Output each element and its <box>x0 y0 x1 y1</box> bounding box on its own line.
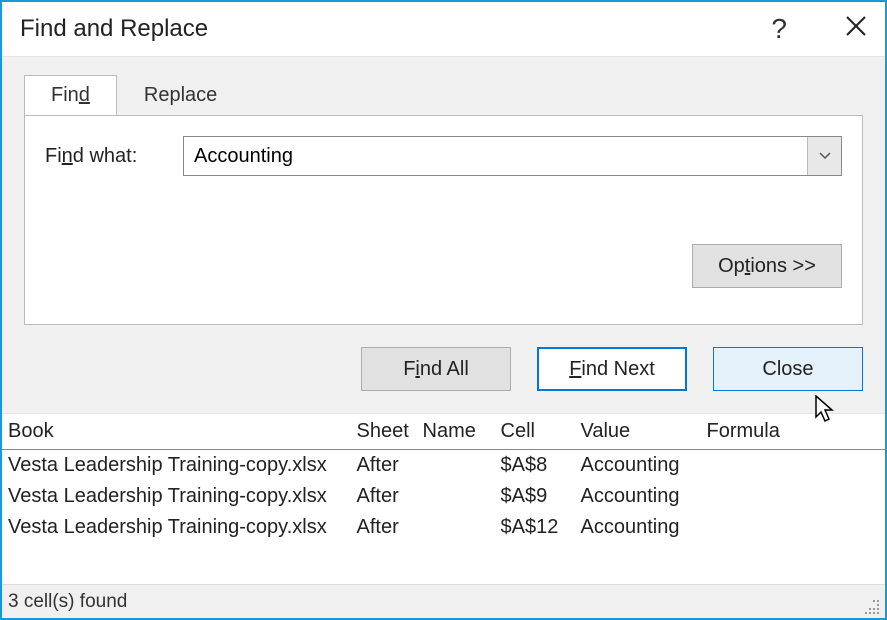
find-all-button[interactable]: Find All <box>361 347 511 391</box>
find-what-row: Find what: <box>45 136 842 176</box>
content-top: Find Replace Find what: Options >> <box>2 56 885 414</box>
titlebar: Find and Replace ? <box>2 2 885 56</box>
find-next-button[interactable]: Find Next <box>537 347 687 391</box>
cell-formula <box>700 512 885 543</box>
cell-sheet: After <box>350 481 416 512</box>
cell-book: Vesta Leadership Training-copy.xlsx <box>2 450 350 482</box>
find-what-combo[interactable] <box>183 136 842 176</box>
cell-name <box>416 450 494 482</box>
cell-cell: $A$8 <box>494 450 574 482</box>
cell-cell: $A$9 <box>494 481 574 512</box>
find-what-label: Find what: <box>45 145 165 168</box>
col-name[interactable]: Name <box>416 414 494 450</box>
col-book[interactable]: Book <box>2 414 350 450</box>
dialog-title: Find and Replace <box>20 15 739 43</box>
status-text: 3 cell(s) found <box>8 591 127 613</box>
statusbar: 3 cell(s) found <box>2 584 885 618</box>
cell-value: Accounting <box>574 512 700 543</box>
col-value[interactable]: Value <box>574 414 700 450</box>
cell-book: Vesta Leadership Training-copy.xlsx <box>2 481 350 512</box>
cell-formula <box>700 450 885 482</box>
results-list[interactable]: Book Sheet Name Cell Value Formula Vesta… <box>2 414 885 584</box>
help-icon[interactable]: ? <box>739 13 787 45</box>
options-button[interactable]: Options >> <box>692 244 842 288</box>
table-row[interactable]: Vesta Leadership Training-copy.xlsxAfter… <box>2 512 885 543</box>
resize-grip-icon[interactable] <box>865 600 881 616</box>
cell-cell: $A$12 <box>494 512 574 543</box>
tabstrip: Find Replace <box>24 71 863 115</box>
find-what-input[interactable] <box>184 137 807 175</box>
find-replace-dialog: Find and Replace ? Find Replace Find wha… <box>0 0 887 620</box>
cell-value: Accounting <box>574 450 700 482</box>
cell-sheet: After <box>350 512 416 543</box>
tab-replace[interactable]: Replace <box>117 75 244 116</box>
cell-sheet: After <box>350 450 416 482</box>
col-formula[interactable]: Formula <box>700 414 885 450</box>
table-row[interactable]: Vesta Leadership Training-copy.xlsxAfter… <box>2 450 885 482</box>
close-button[interactable]: Close <box>713 347 863 391</box>
tab-panel-find: Find what: Options >> <box>24 115 863 325</box>
cell-formula <box>700 481 885 512</box>
close-icon[interactable] <box>787 15 867 43</box>
cell-value: Accounting <box>574 481 700 512</box>
chevron-down-icon[interactable] <box>807 137 841 175</box>
results-header-row: Book Sheet Name Cell Value Formula <box>2 414 885 450</box>
cell-book: Vesta Leadership Training-copy.xlsx <box>2 512 350 543</box>
results-table: Book Sheet Name Cell Value Formula Vesta… <box>2 414 885 543</box>
col-cell[interactable]: Cell <box>494 414 574 450</box>
col-sheet[interactable]: Sheet <box>350 414 416 450</box>
button-row: Find All Find Next Close <box>24 347 863 391</box>
table-row[interactable]: Vesta Leadership Training-copy.xlsxAfter… <box>2 481 885 512</box>
cell-name <box>416 481 494 512</box>
tab-find[interactable]: Find <box>24 75 117 116</box>
cell-name <box>416 512 494 543</box>
